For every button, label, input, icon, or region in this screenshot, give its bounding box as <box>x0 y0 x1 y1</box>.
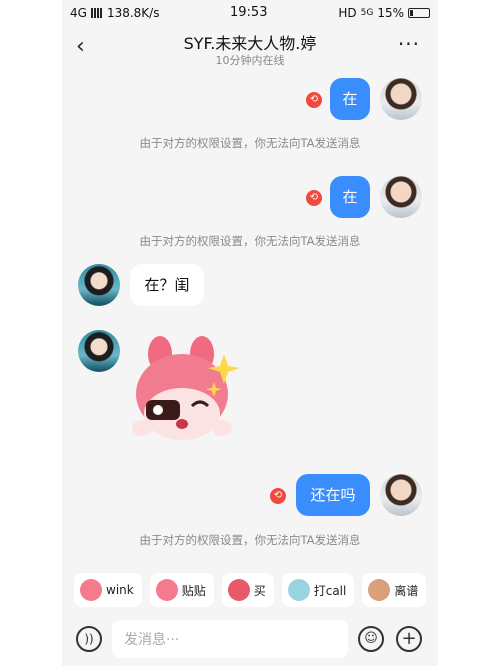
battery-label: 15% <box>377 6 404 20</box>
hd-label: HD <box>338 6 357 20</box>
chat-header: ‹ SYF.未来大人物.婷 10分钟内在线 ··· <box>62 26 438 70</box>
send-failed-icon[interactable]: ⟲ <box>306 190 322 206</box>
sticker-icon <box>227 579 250 601</box>
send-failed-icon[interactable]: ⟲ <box>270 488 286 504</box>
battery-icon <box>408 8 430 18</box>
sticker-image[interactable] <box>132 332 242 442</box>
emoji-icon[interactable]: ☺ <box>358 626 384 652</box>
message-input[interactable]: 发消息··· <box>112 620 348 658</box>
online-status: 10分钟内在线 <box>215 54 285 67</box>
quick-reply-label: 打call <box>313 583 347 598</box>
quick-reply-label: wink <box>106 583 134 597</box>
permission-notice: 由于对方的权限设置，你无法向TA发送消息 <box>139 136 361 150</box>
sticker-icon <box>155 579 178 601</box>
chat-title: SYF.未来大人物.婷 <box>183 34 317 53</box>
contact-avatar[interactable] <box>78 330 120 372</box>
quick-reply-mai[interactable]: 买 <box>221 573 274 607</box>
my-avatar[interactable] <box>380 78 422 120</box>
quick-reply-tietie[interactable]: 贴贴 <box>149 573 214 607</box>
message-bubble-sent[interactable]: 在 <box>330 176 370 218</box>
quick-reply-label: 离谱 <box>394 583 419 598</box>
input-bar: )) 发消息··· ☺ + <box>62 614 438 666</box>
sticker-icon <box>80 579 102 601</box>
signal-5g-label: 5G <box>360 8 374 18</box>
my-avatar[interactable] <box>380 474 422 516</box>
contact-avatar[interactable] <box>78 264 120 306</box>
permission-notice: 由于对方的权限设置，你无法向TA发送消息 <box>139 234 361 248</box>
quick-reply-lipu[interactable]: 离谱 <box>362 573 427 607</box>
quick-reply-bar: wink 贴贴 买 打call 离谱 <box>62 566 438 614</box>
signal-icon <box>90 8 103 18</box>
network-label: 4G <box>70 6 87 20</box>
quick-reply-dacall[interactable]: 打call <box>281 573 355 607</box>
message-bubble-sent[interactable]: 还在吗 <box>296 474 370 516</box>
send-failed-icon[interactable]: ⟲ <box>306 92 322 108</box>
my-avatar[interactable] <box>380 176 422 218</box>
sticker-icon <box>368 579 391 601</box>
quick-reply-label: 买 <box>253 583 266 598</box>
quick-reply-wink[interactable]: wink <box>74 573 142 607</box>
status-bar: 4G 138.8K/s 19:53 HD 5G 15% <box>62 0 438 26</box>
sticker-icon <box>287 579 310 601</box>
quick-reply-label: 贴贴 <box>181 583 206 598</box>
more-icon[interactable]: ··· <box>398 32 420 56</box>
voice-icon[interactable]: )) <box>76 626 102 652</box>
message-bubble-sent[interactable]: 在 <box>330 78 370 120</box>
chat-screen: 4G 138.8K/s 19:53 HD 5G 15% ‹ SYF.未来大人物.… <box>62 0 438 666</box>
speed-label: 138.8K/s <box>106 6 160 20</box>
plus-icon[interactable]: + <box>396 626 422 652</box>
permission-notice: 由于对方的权限设置，你无法向TA发送消息 <box>139 533 361 547</box>
clock: 19:53 <box>230 5 268 20</box>
message-bubble-received[interactable]: 在？闺 <box>130 264 204 306</box>
